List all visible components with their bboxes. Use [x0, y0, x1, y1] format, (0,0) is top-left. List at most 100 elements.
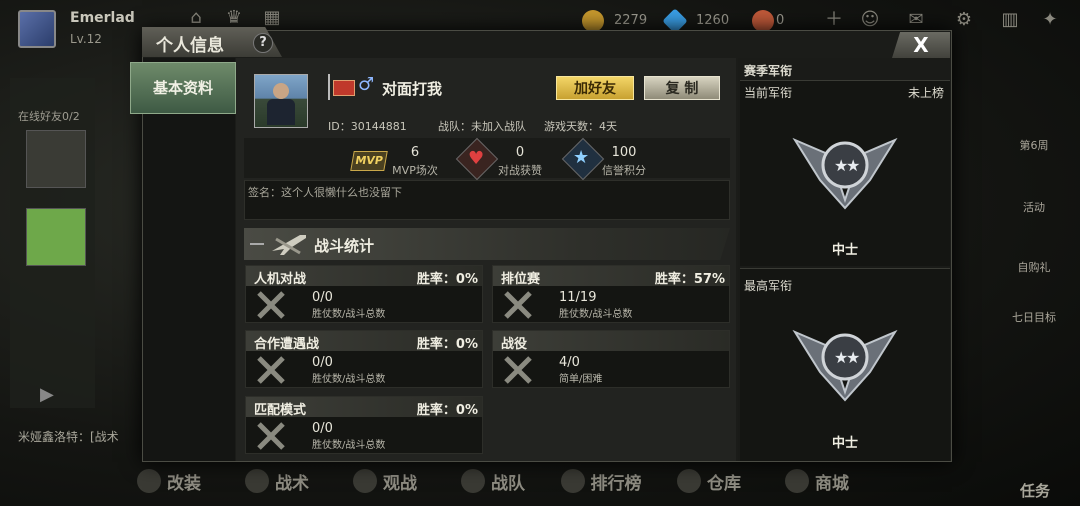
- medal-icon: [752, 10, 774, 32]
- chat-bar[interactable]: 米娅鑫洛特：[战术: [10, 424, 150, 448]
- player-avatar[interactable]: [18, 10, 56, 48]
- eye-icon: [353, 469, 377, 493]
- credit-label: 信誉积分: [602, 164, 646, 177]
- mode-winrate: 胜率：57%: [654, 272, 725, 287]
- profile-avatar: [254, 74, 308, 128]
- crossed-swords-icon: [257, 422, 285, 450]
- mode-name: 战役: [501, 337, 528, 352]
- mode-winrate: 胜率：0%: [416, 403, 478, 418]
- current-rank-name: 中士: [831, 243, 858, 258]
- current-rank-status: 未上榜: [908, 86, 945, 100]
- grid-icon[interactable]: ▦: [262, 8, 282, 28]
- mode-value: 0/0: [312, 355, 333, 370]
- seven-day-item[interactable]: 七日目标: [1006, 309, 1062, 325]
- rank-emblem-icon: ★★: [792, 329, 898, 402]
- mode-winrate: 胜率：0%: [416, 272, 478, 287]
- season-title: 赛季军衔: [744, 64, 793, 78]
- help-icon[interactable]: ?: [253, 33, 273, 53]
- mode-card-match[interactable]: 匹配模式 胜率：0% 0/0 胜仗数/战斗总数: [245, 396, 483, 454]
- mode-value: 0/0: [312, 421, 333, 436]
- activity-item[interactable]: 活动: [1006, 199, 1062, 215]
- crossed-swords-icon: [504, 356, 532, 384]
- friends-sidebar: 在线好友0/2 ▶: [10, 78, 95, 408]
- plus-icon[interactable]: ＋: [824, 10, 844, 30]
- online-friends-label: 在线好友0/2: [18, 110, 80, 123]
- close-button[interactable]: X: [892, 32, 950, 58]
- trophy-icon: [560, 469, 585, 493]
- team-info: 战队：未加入战队: [438, 120, 526, 133]
- mode-name: 人机对战: [254, 272, 307, 287]
- mode-card-ai[interactable]: 人机对战 胜率：0% 0/0 胜仗数/战斗总数: [245, 265, 483, 323]
- svg-text:★: ★: [846, 348, 860, 367]
- bottom-nav: 改装 战术 观战 战队 排行榜 仓库 商城: [115, 463, 875, 499]
- gear-icon[interactable]: ⚙: [954, 10, 974, 30]
- star-glyph: ★: [573, 147, 590, 168]
- mode-name: 匹配模式: [254, 403, 307, 418]
- crossed-swords-icon: [257, 291, 285, 319]
- crossed-swords-icon: [257, 356, 285, 384]
- arrow-right-icon[interactable]: ▶: [40, 384, 54, 405]
- mode-card-campaign[interactable]: 战役 4/0 简单/困难: [492, 330, 730, 388]
- gift-icon[interactable]: ✦: [1040, 10, 1060, 30]
- nav-tactics[interactable]: 战术: [223, 463, 331, 499]
- player-level: Lv.12: [70, 32, 102, 46]
- diamond-amount: 1260: [696, 13, 730, 28]
- nav-shop[interactable]: 商城: [763, 463, 871, 499]
- mode-value: 0/0: [312, 290, 333, 305]
- nav-warehouse[interactable]: 仓库: [655, 463, 763, 499]
- shop-icon: [785, 469, 809, 493]
- mode-name: 排位赛: [501, 272, 541, 287]
- medal-amount: 0: [776, 13, 785, 28]
- copy-button[interactable]: 复 制: [644, 76, 720, 100]
- highest-rank-label: 最高军衔: [744, 279, 793, 293]
- panel-title: 个人信息: [156, 36, 224, 56]
- highest-rank-name: 中士: [831, 436, 858, 451]
- nav-leaderboard[interactable]: 排行榜: [547, 463, 655, 499]
- add-friend-button[interactable]: 加好友: [556, 76, 634, 100]
- days-played: 游戏天数：4天: [544, 120, 617, 133]
- section-dash: [250, 243, 264, 245]
- nav-spectate[interactable]: 观战: [331, 463, 439, 499]
- player-id: ID：30144881: [328, 120, 407, 133]
- mode-card-ranked[interactable]: 排位赛 胜率：57% 11/19 胜仗数/战斗总数: [492, 265, 730, 323]
- home-icon[interactable]: ⌂: [186, 8, 206, 28]
- gold-amount: 2279: [614, 13, 648, 28]
- crown-icon[interactable]: ♛: [224, 8, 244, 28]
- current-rank-label: 当前军衔: [744, 86, 793, 100]
- friend-avatar[interactable]: [26, 130, 86, 188]
- mode-label: 胜仗数/战斗总数: [312, 440, 386, 451]
- shield-icon: [461, 469, 485, 493]
- wrench-icon: [137, 469, 161, 493]
- tab-basic-info[interactable]: 基本资料: [130, 62, 236, 114]
- likes-label: 对战获赞: [498, 164, 542, 177]
- player-name: Emerlad: [70, 10, 135, 26]
- nav-team[interactable]: 战队: [439, 463, 547, 499]
- book-icon[interactable]: ▥: [1000, 10, 1020, 30]
- rank-emblem-icon: ★★: [792, 137, 898, 210]
- tab-column: [143, 58, 235, 461]
- gift-pack-item[interactable]: 自购礼: [1006, 259, 1062, 275]
- friend-avatar[interactable]: [26, 208, 86, 266]
- rifle-icon: [272, 235, 306, 255]
- signature: 签名：这个人很懒什么也没留下: [248, 186, 402, 199]
- mode-label: 简单/困难: [559, 374, 603, 385]
- crossed-swords-icon: [504, 291, 532, 319]
- mode-card-coop[interactable]: 合作遭遇战 胜率：0% 0/0 胜仗数/战斗总数: [245, 330, 483, 388]
- male-icon: ♂: [358, 74, 375, 95]
- mode-label: 胜仗数/战斗总数: [312, 309, 386, 320]
- nav-modify[interactable]: 改装: [115, 463, 223, 499]
- mode-label: 胜仗数/战斗总数: [559, 309, 633, 320]
- nickname: 对面打我: [382, 80, 443, 98]
- mvp-value: 6: [410, 145, 420, 160]
- task-button[interactable]: 任务: [1020, 480, 1050, 501]
- mode-value: 4/0: [559, 355, 580, 370]
- skull-icon: [245, 469, 269, 493]
- mail-icon[interactable]: ✉: [906, 10, 926, 30]
- mode-winrate: 胜率：0%: [416, 337, 478, 352]
- credit-value: 100: [611, 145, 637, 160]
- week-item[interactable]: 第6周: [1006, 137, 1062, 153]
- friends-icon[interactable]: ☺: [860, 10, 880, 30]
- mode-name: 合作遭遇战: [254, 337, 320, 352]
- battle-stats-title: 战斗统计: [314, 237, 375, 255]
- svg-text:★: ★: [846, 156, 860, 175]
